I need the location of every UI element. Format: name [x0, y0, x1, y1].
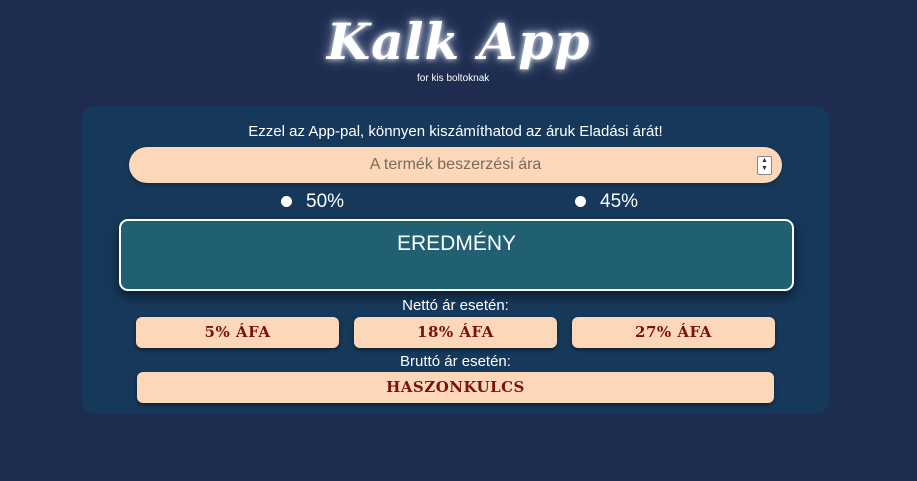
app-logo: Kalk App for kis boltoknak	[0, 12, 917, 92]
radio-45-label: 45%	[600, 191, 639, 212]
app-title: Kalk App	[326, 12, 591, 71]
result-label: EREDMÉNY	[396, 232, 517, 255]
vat-27-button[interactable]: 27% ÁFA	[572, 317, 775, 348]
radio-dot-icon	[281, 196, 292, 207]
intro-text: Ezzel az App-pal, könnyen kiszámíthatod …	[248, 123, 663, 140]
brutto-label: Bruttó ár esetén:	[400, 353, 511, 370]
purchase-price-placeholder: A termék beszerzési ára	[369, 156, 542, 173]
radio-dot-icon	[575, 196, 586, 207]
purchase-price-input[interactable]: A termék beszerzési ára ▲ ▼	[129, 147, 782, 183]
calculator-panel: Ezzel az App-pal, könnyen kiszámíthatod …	[82, 106, 829, 414]
netto-label: Nettó ár esetén:	[402, 297, 509, 314]
vat-5-button[interactable]: 5% ÁFA	[136, 317, 339, 348]
vat-18-button[interactable]: 18% ÁFA	[354, 317, 557, 348]
radio-50-label: 50%	[306, 191, 345, 212]
app-subtitle: for kis boltoknak	[417, 73, 490, 84]
number-spinner-icon[interactable]: ▲ ▼	[757, 156, 772, 175]
margin-button[interactable]: HASZONKULCS	[137, 372, 774, 403]
result-box: EREDMÉNY	[119, 219, 794, 291]
